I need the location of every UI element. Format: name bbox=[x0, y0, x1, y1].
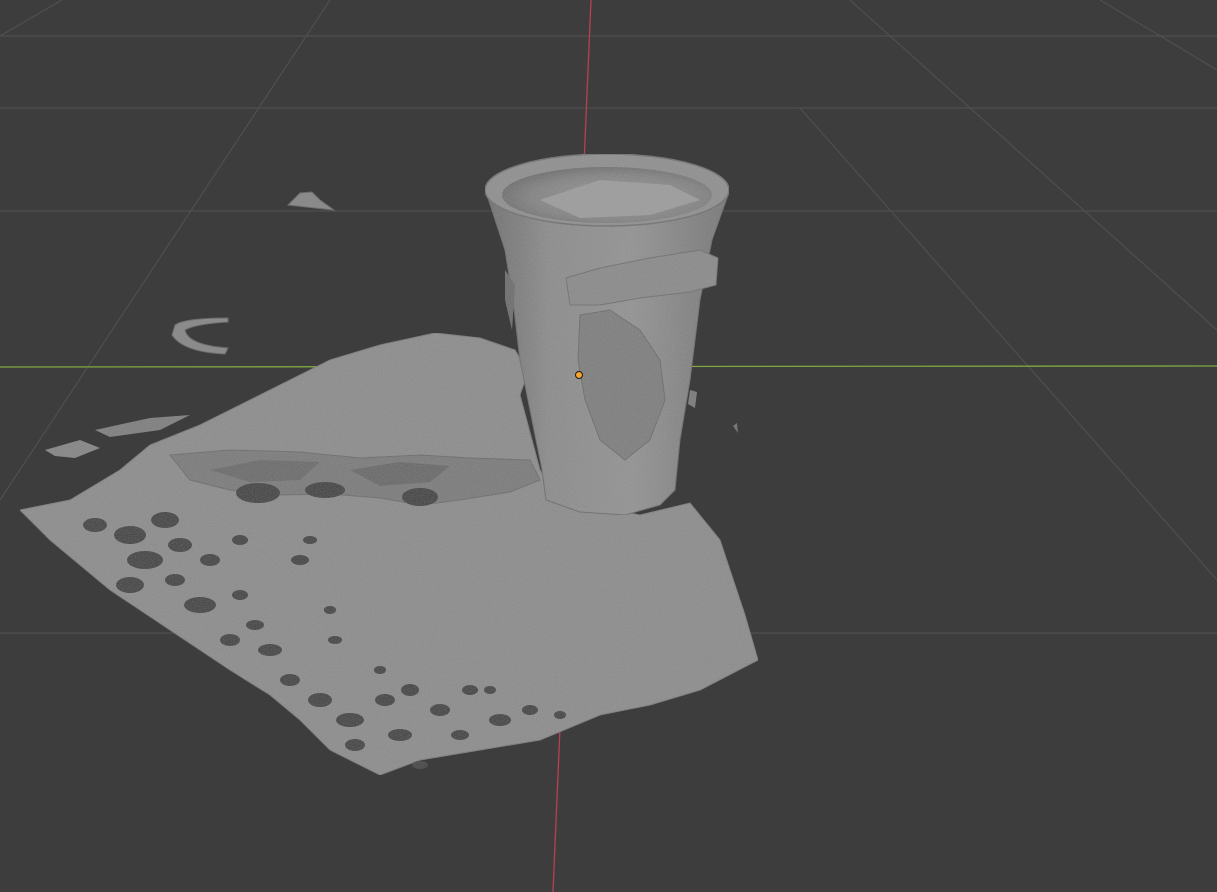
object-origin-point[interactable] bbox=[575, 371, 583, 379]
grid-line-d3 bbox=[849, 0, 1217, 331]
floating-speck bbox=[733, 423, 738, 433]
grid-line-d4 bbox=[1099, 0, 1217, 71]
ground-edge-flake bbox=[45, 440, 100, 458]
viewport-canvas[interactable] bbox=[0, 0, 1217, 892]
cup-side-flake bbox=[688, 390, 697, 408]
floating-fragment-small[interactable] bbox=[286, 191, 336, 211]
grid-line-d1 bbox=[0, 0, 63, 37]
floating-fragment-curved[interactable] bbox=[171, 317, 229, 355]
3d-viewport[interactable] bbox=[0, 0, 1217, 892]
ground-edge-flake-2 bbox=[95, 415, 190, 437]
grid-line-d5 bbox=[799, 107, 1217, 581]
